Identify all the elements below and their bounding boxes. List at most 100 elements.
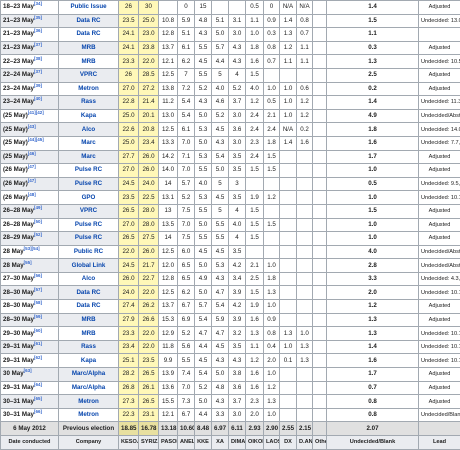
vote-share: 1.3 — [246, 327, 264, 341]
citation-link[interactable]: [47] — [28, 178, 36, 183]
vote-share: 1.3 — [264, 395, 280, 409]
vote-share: 1.5 — [246, 286, 264, 300]
poll-note: Undecided: 13.0, Abstain: 4.1 — [419, 14, 460, 28]
vote-share — [246, 177, 264, 191]
poll-note: Adjusted — [419, 313, 460, 327]
previous-result: 2.07 — [327, 422, 419, 436]
citation-link[interactable]: [66] — [34, 409, 42, 414]
vote-share — [280, 395, 297, 409]
citation-link[interactable]: [37] — [34, 69, 42, 74]
previous-date: 6 May 2012 — [1, 422, 59, 436]
vote-share: 6.1 — [178, 123, 195, 137]
polling-firm-link: MRB — [59, 55, 119, 69]
vote-share — [264, 232, 280, 246]
vote-share: 5.4 — [195, 313, 212, 327]
citation-link[interactable]: [52] — [34, 232, 42, 237]
vote-share: 2.5 — [327, 68, 419, 82]
citation-link[interactable]: [46] — [28, 151, 36, 156]
poll-note: Undecided: 10.1, Abstain: 2.9 — [419, 191, 460, 205]
citation-link[interactable]: [39] — [34, 83, 42, 88]
citation-link[interactable]: [53][54] — [24, 246, 40, 251]
poll-date: 30 May[63] — [1, 368, 59, 382]
vote-share: 4.5 — [212, 191, 229, 205]
vote-share: 4.3 — [212, 395, 229, 409]
vote-share — [229, 1, 246, 15]
poll-date-text: 27–30 May — [3, 275, 34, 282]
citation-link[interactable]: [60] — [34, 328, 42, 333]
poll-note: Undecided: 7.7, Abstain: 1.4 — [419, 136, 460, 150]
citation-link[interactable]: [48] — [28, 192, 36, 197]
previous-result: 2.15 — [297, 422, 313, 436]
vote-share: 27.3 — [119, 395, 139, 409]
vote-share: N/A — [280, 123, 297, 137]
citation-link[interactable]: [34] — [34, 1, 42, 6]
poll-date-text: 29–30 May — [3, 330, 34, 337]
vote-share: 14 — [159, 177, 178, 191]
vote-share: 10.8 — [159, 14, 178, 28]
vote-share: 15.5 — [159, 395, 178, 409]
vote-share: 4.9 — [195, 272, 212, 286]
poll-row: 30–31 May[65]Metron27.326.515.57.35.04.3… — [1, 395, 460, 409]
vote-share: 13.1 — [159, 191, 178, 205]
citation-link[interactable]: [43] — [28, 124, 36, 129]
citation-link[interactable]: [47] — [28, 164, 36, 169]
citation-link[interactable]: [40] — [34, 96, 42, 101]
vote-share: 3.9 — [229, 286, 246, 300]
vote-share: 11.8 — [159, 340, 178, 354]
vote-share: 1.2 — [280, 41, 297, 55]
citation-link[interactable]: [57] — [34, 287, 42, 292]
vote-share: 26.2 — [139, 300, 159, 314]
citation-link[interactable]: [49] — [34, 205, 42, 210]
citation-link[interactable]: [63] — [24, 368, 32, 373]
citation-link[interactable]: [36] — [34, 28, 42, 33]
citation-link[interactable]: [55] — [24, 260, 32, 265]
column-header: DX — [280, 436, 297, 450]
vote-share: 4.5 — [212, 340, 229, 354]
vote-share: 1.6 — [327, 354, 419, 368]
vote-share — [313, 68, 327, 82]
vote-share: 7.0 — [178, 218, 195, 232]
vote-share: 1.8 — [264, 136, 280, 150]
vote-share: 0.9 — [264, 14, 280, 28]
polling-firm-link: VPRC — [59, 68, 119, 82]
vote-share: 0.8 — [264, 327, 280, 341]
citation-link[interactable]: [56] — [34, 273, 42, 278]
vote-share: 2.1 — [246, 259, 264, 273]
vote-share: 5 — [212, 177, 229, 191]
citation-link[interactable]: [35] — [34, 15, 42, 20]
vote-share: 23.0 — [139, 28, 159, 42]
citation-link[interactable]: [62] — [34, 355, 42, 360]
vote-share: 4.3 — [212, 136, 229, 150]
vote-share: 3.7 — [229, 96, 246, 110]
citation-link[interactable]: [64] — [34, 382, 42, 387]
poll-date: 29–30 May[60] — [1, 327, 59, 341]
vote-share: 3.5 — [229, 164, 246, 178]
vote-share: 1.5 — [246, 232, 264, 246]
vote-share: 22.3 — [119, 408, 139, 422]
vote-share: 1.6 — [246, 55, 264, 69]
vote-share — [280, 300, 297, 314]
vote-share: 0.8 — [297, 14, 313, 28]
poll-note: Undecided: 10.1, Abstain: 2.5 — [419, 327, 460, 341]
citation-link[interactable]: [37] — [34, 42, 42, 47]
poll-date-text: 29–31 May — [3, 343, 34, 350]
vote-share: 0.9 — [264, 313, 280, 327]
vote-share: 4.7 — [212, 327, 229, 341]
citation-link[interactable]: [61] — [34, 341, 42, 346]
vote-share: 4 — [229, 204, 246, 218]
vote-share: 0.8 — [327, 395, 419, 409]
vote-share: 5.0 — [212, 368, 229, 382]
poll-row: (26 May)[48]GPO23.522.513.15.25.34.53.51… — [1, 191, 460, 205]
poll-date-text: 28–29 May — [3, 234, 34, 241]
vote-share: 4.3 — [212, 354, 229, 368]
citation-link[interactable]: [65] — [34, 396, 42, 401]
citation-link[interactable]: [50] — [34, 219, 42, 224]
citation-link[interactable]: [58] — [34, 300, 42, 305]
poll-date: 18–23 May[34] — [1, 1, 59, 15]
poll-date: 28 May[53][54] — [1, 245, 59, 259]
citation-link[interactable]: [59] — [34, 314, 42, 319]
citation-link[interactable]: [44][45] — [28, 137, 44, 142]
citation-link[interactable]: [38] — [34, 56, 42, 61]
citation-link[interactable]: [41][42] — [28, 110, 44, 115]
vote-share: 26.8 — [119, 381, 139, 395]
